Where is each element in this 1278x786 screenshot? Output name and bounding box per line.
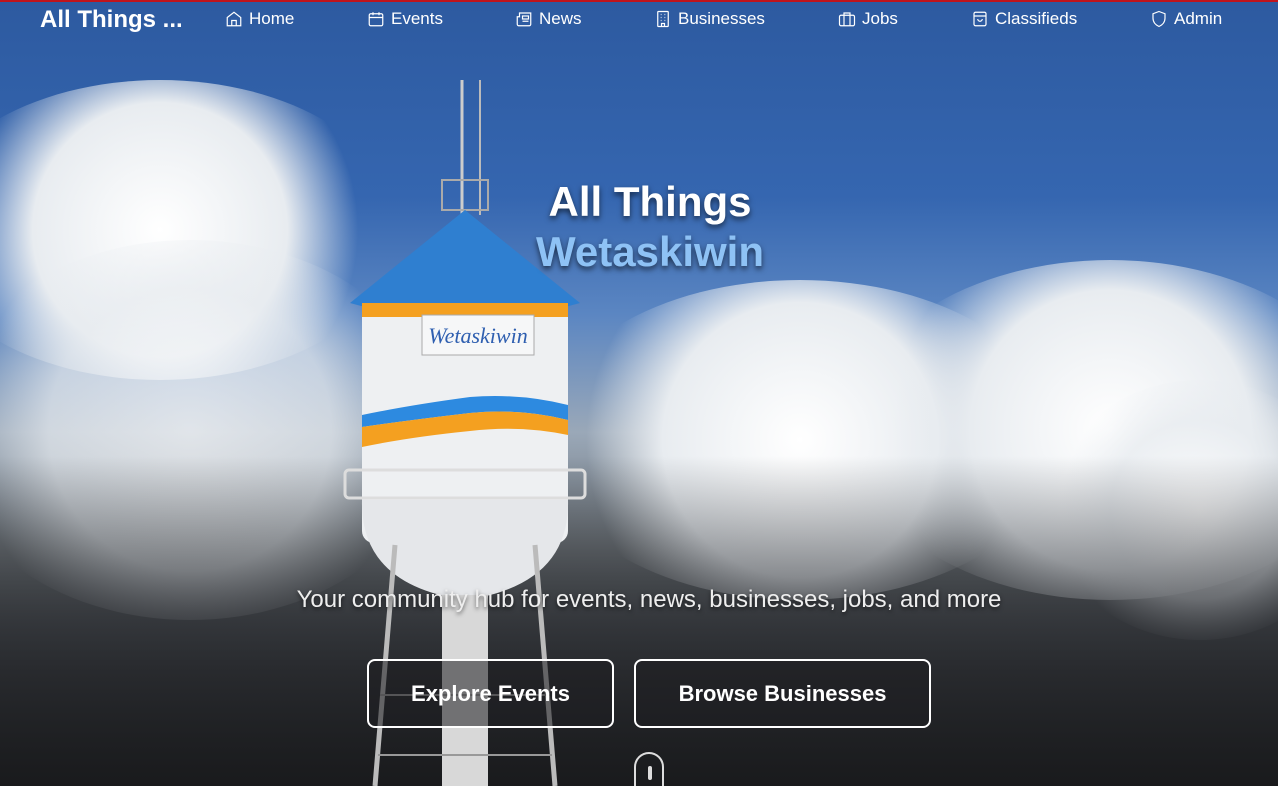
newspaper-icon [516, 12, 532, 27]
main-nav: All Things ... Home Events News Business… [0, 0, 1278, 38]
hero-title-accent: Wetaskiwin [536, 228, 764, 275]
top-border [0, 0, 1278, 2]
nav-item-home[interactable]: Home [225, 9, 294, 29]
nav-item-news[interactable]: News [515, 9, 582, 29]
explore-events-button[interactable]: Explore Events [367, 659, 614, 728]
shopping-bag-icon [973, 11, 987, 27]
nav-label: Classifieds [995, 9, 1078, 28]
nav-label: Events [391, 9, 443, 28]
nav-item-events[interactable]: Events [367, 9, 443, 29]
nav-label: Jobs [862, 9, 898, 28]
hero-subtitle: Your community hub for events, news, bus… [296, 586, 1002, 613]
scroll-wheel-icon [648, 766, 652, 780]
nav-item-jobs[interactable]: Jobs [838, 9, 898, 29]
shield-icon [1152, 10, 1166, 28]
nav-item-classifieds[interactable]: Classifieds [971, 9, 1077, 29]
nav-item-businesses[interactable]: Businesses [654, 9, 765, 29]
home-icon [226, 11, 242, 27]
briefcase-icon [838, 12, 856, 27]
building-icon [657, 10, 669, 28]
hero-title: All Things [548, 178, 752, 225]
nav-item-admin[interactable]: Admin [1150, 9, 1222, 29]
scroll-indicator[interactable] [634, 752, 664, 786]
nav-label: Businesses [678, 9, 765, 28]
brand-logo[interactable]: All Things ... [40, 6, 183, 34]
tower-lettering: Wetaskiwin [428, 323, 527, 348]
browse-businesses-button[interactable]: Browse Businesses [634, 659, 931, 728]
hero-section: Wetaskiwin All Things ... Home Events Ne… [0, 0, 1278, 786]
nav-label: News [539, 9, 582, 28]
nav-label: Admin [1174, 9, 1223, 28]
nav-label: Home [249, 9, 295, 28]
calendar-icon [368, 12, 384, 27]
dark-clouds [0, 456, 1278, 786]
